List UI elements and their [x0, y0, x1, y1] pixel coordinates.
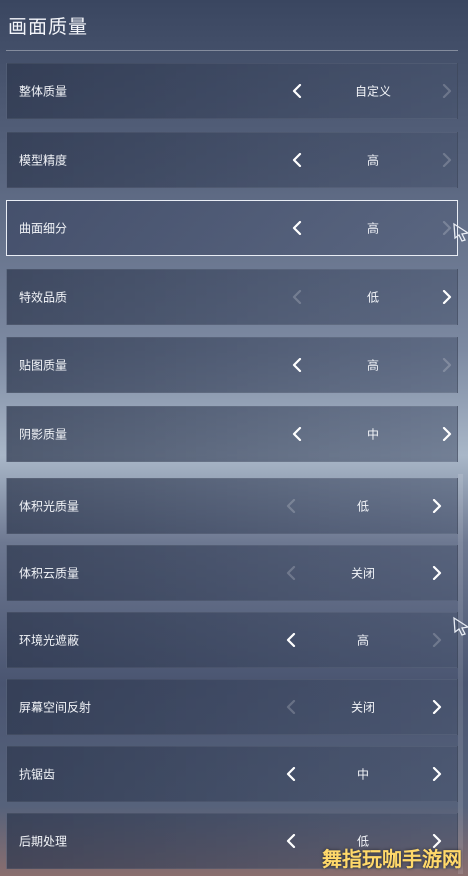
scrollbar[interactable]	[458, 474, 463, 874]
setting-value: 关闭	[350, 566, 375, 581]
chevron-left-icon[interactable]	[287, 422, 307, 446]
chevron-right-icon[interactable]	[427, 561, 447, 585]
chevron-right-icon[interactable]	[437, 148, 457, 172]
setting-row[interactable]: 模型精度 高	[6, 131, 458, 188]
setting-row[interactable]: 屏幕空间反射 关闭	[6, 679, 458, 735]
chevron-left-icon[interactable]	[281, 628, 301, 652]
chevron-right-icon[interactable]	[427, 494, 447, 518]
setting-label: 特效品质	[19, 290, 68, 304]
setting-row[interactable]: 曲面细分 高	[6, 200, 458, 256]
chevron-left-icon[interactable]	[281, 695, 301, 719]
chevron-left-icon[interactable]	[287, 79, 307, 103]
setting-label: 曲面细分	[19, 221, 68, 236]
setting-row[interactable]: 特效品质 低	[6, 268, 458, 325]
setting-value: 高	[356, 633, 369, 648]
setting-label: 屏幕空间反射	[19, 700, 92, 715]
setting-row[interactable]: 贴图质量 高	[6, 337, 458, 393]
settings-panel-bottom: 体积光质量低体积云质量 关闭 环境光遮蔽高屏幕空间反射 关闭 抗锯齿中后期处理低	[0, 470, 468, 876]
chevron-left-icon[interactable]	[287, 148, 307, 172]
setting-value: 自定义	[354, 84, 391, 99]
setting-label: 整体质量	[19, 84, 68, 99]
chevron-right-icon[interactable]	[437, 79, 457, 103]
setting-value: 高	[366, 358, 379, 373]
chevron-left-icon[interactable]	[281, 494, 301, 518]
setting-row[interactable]: 体积光质量 低	[6, 478, 458, 534]
setting-row[interactable]: 整体质量 自定义	[6, 63, 458, 119]
setting-value: 高	[366, 153, 379, 167]
setting-value: 高	[366, 221, 379, 236]
chevron-left-icon[interactable]	[287, 216, 307, 240]
setting-label: 体积光质量	[19, 499, 80, 514]
page-title: 画面质量	[8, 16, 89, 38]
chevron-left-icon[interactable]	[287, 285, 307, 309]
chevron-left-icon[interactable]	[281, 561, 301, 585]
chevron-left-icon[interactable]	[281, 829, 301, 853]
header-divider	[6, 50, 458, 51]
setting-row[interactable]: 环境光遮蔽 高	[6, 612, 458, 668]
setting-label: 后期处理	[19, 834, 68, 849]
setting-value: 中	[356, 767, 369, 782]
setting-row[interactable]: 抗锯齿 中	[6, 746, 458, 802]
chevron-right-icon[interactable]	[437, 422, 457, 446]
settings-panel-top: 画面质量 整体质量 自定义 模型精度高曲面细分高特效品质低贴图质量高阴影质量中	[0, 0, 468, 470]
setting-label: 贴图质量	[19, 358, 68, 373]
setting-label: 模型精度	[19, 153, 68, 167]
cursor-icon-2	[453, 616, 468, 636]
setting-label: 环境光遮蔽	[19, 633, 80, 648]
cursor-icon	[453, 222, 468, 242]
chevron-right-icon[interactable]	[427, 762, 447, 786]
setting-value: 低	[366, 290, 379, 304]
setting-label: 阴影质量	[19, 427, 68, 441]
chevron-left-icon[interactable]	[287, 353, 307, 377]
setting-row[interactable]: 体积云质量 关闭	[6, 545, 458, 601]
setting-value: 关闭	[350, 700, 375, 715]
setting-value: 低	[356, 499, 369, 514]
setting-label: 抗锯齿	[19, 767, 56, 782]
setting-label: 体积云质量	[19, 566, 80, 581]
setting-value: 中	[366, 427, 379, 441]
chevron-right-icon[interactable]	[437, 353, 457, 377]
chevron-right-icon[interactable]	[427, 628, 447, 652]
chevron-right-icon[interactable]	[427, 695, 447, 719]
setting-row[interactable]: 阴影质量 中	[6, 405, 458, 462]
watermark: 舞指玩咖手游网	[322, 847, 462, 871]
chevron-left-icon[interactable]	[281, 762, 301, 786]
chevron-right-icon[interactable]	[437, 285, 457, 309]
